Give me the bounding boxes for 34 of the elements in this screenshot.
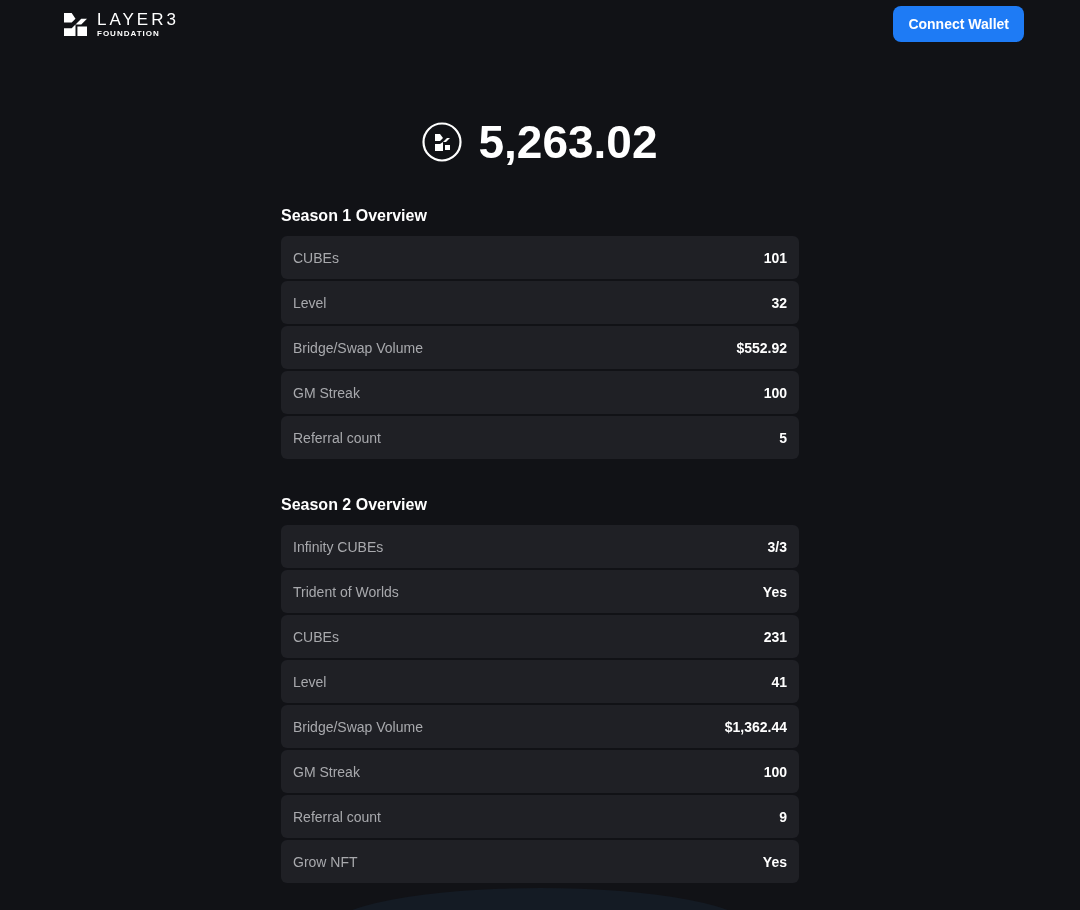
token-icon [422, 122, 463, 162]
section-title: Season 2 Overview [281, 495, 428, 515]
stat-label: GM Streak [293, 763, 360, 780]
stat-label: Bridge/Swap Volume [293, 339, 423, 356]
section-title: Season 1 Overview [281, 206, 428, 226]
stat-label: Bridge/Swap Volume [293, 718, 423, 735]
stat-value: 101 [763, 249, 787, 266]
stat-value: 41 [771, 673, 787, 690]
stat-value: 3/3 [767, 538, 787, 555]
stat-value: 5 [779, 429, 787, 446]
stat-value: 9 [779, 808, 787, 825]
stat-label: Referral count [293, 808, 381, 825]
stat-value: 100 [763, 384, 787, 401]
connect-wallet-button[interactable]: Connect Wallet [893, 6, 1024, 42]
logo-icon [64, 12, 87, 36]
logo-subtext: FOUNDATION [97, 29, 161, 38]
stat-value: $1,362.44 [724, 718, 787, 735]
balance-amount: 5,263.02 [478, 115, 658, 169]
stat-label: Referral count [293, 429, 381, 446]
stat-label: Infinity CUBEs [293, 538, 384, 555]
stat-value: 100 [763, 763, 787, 780]
stat-label: Level [293, 294, 327, 311]
stat-label: Trident of Worlds [293, 583, 399, 600]
stat-value: Yes [762, 583, 787, 600]
stat-value: 32 [771, 294, 787, 311]
stat-label: CUBEs [293, 249, 339, 266]
stat-value: 231 [763, 628, 787, 645]
logo-text: LAYER3 [97, 10, 179, 28]
stat-label: Grow NFT [293, 853, 358, 870]
stat-label: Level [293, 673, 327, 690]
stat-label: CUBEs [293, 628, 339, 645]
stat-value: $552.92 [736, 339, 787, 356]
stat-value: Yes [762, 853, 787, 870]
stat-label: GM Streak [293, 384, 360, 401]
